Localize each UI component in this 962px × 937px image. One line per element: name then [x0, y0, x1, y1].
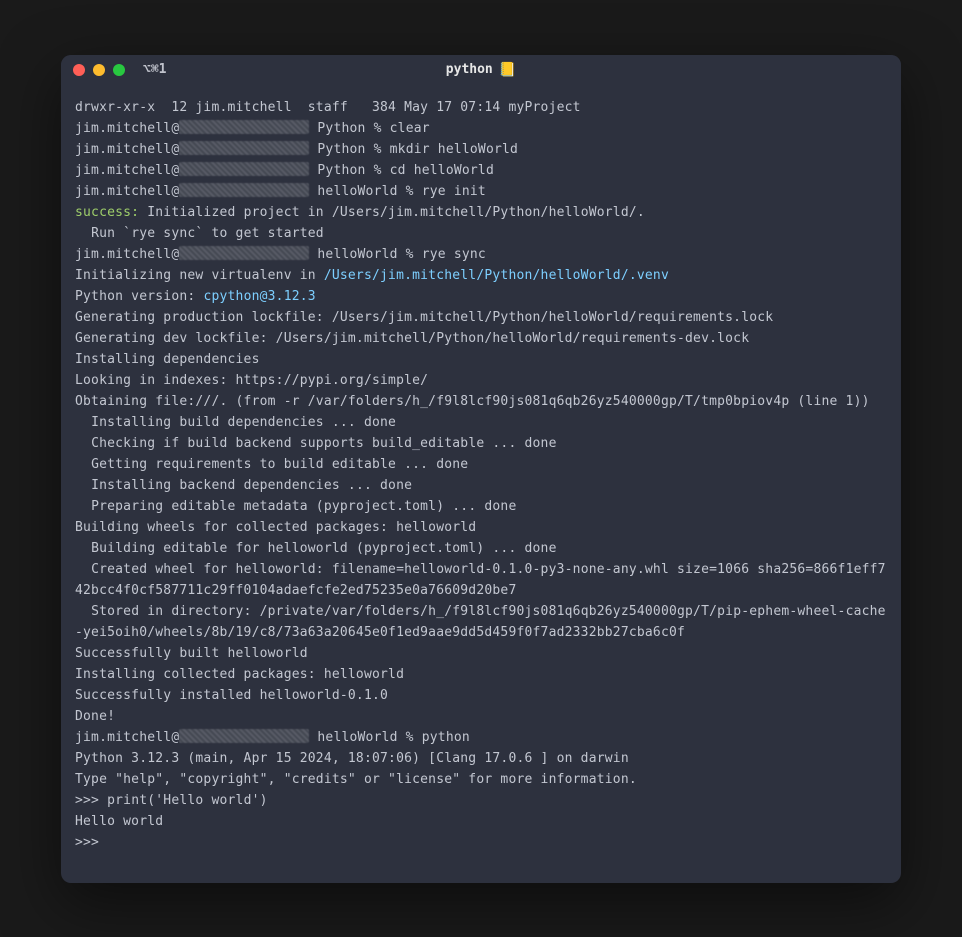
- prompt-line: jim.mitchell@ Python % mkdir helloWorld: [75, 139, 887, 160]
- repl-line: >>>: [75, 832, 887, 853]
- censored-host: [179, 246, 309, 260]
- python-version: cpython@3.12.3: [203, 289, 315, 304]
- titlebar: ⌥⌘1 python 📒: [61, 55, 901, 85]
- output-line: Obtaining file:///. (from -r /var/folder…: [75, 391, 887, 412]
- output-line: Installing dependencies: [75, 349, 887, 370]
- output-line: Initializing new virtualenv in /Users/ji…: [75, 265, 887, 286]
- output-line: Python version: cpython@3.12.3: [75, 286, 887, 307]
- output-line: Looking in indexes: https://pypi.org/sim…: [75, 370, 887, 391]
- output-line: Created wheel for helloworld: filename=h…: [75, 559, 887, 601]
- terminal-body[interactable]: drwxr-xr-x 12 jim.mitchell staff 384 May…: [61, 85, 901, 883]
- prompt-line: jim.mitchell@ Python % cd helloWorld: [75, 160, 887, 181]
- output-line: Successfully installed helloworld-0.1.0: [75, 685, 887, 706]
- terminal-window: ⌥⌘1 python 📒 drwxr-xr-x 12 jim.mitchell …: [61, 55, 901, 883]
- output-line: Type "help", "copyright", "credits" or "…: [75, 769, 887, 790]
- prompt-line: jim.mitchell@ helloWorld % rye sync: [75, 244, 887, 265]
- censored-host: [179, 729, 309, 743]
- output-line: drwxr-xr-x 12 jim.mitchell staff 384 May…: [75, 97, 887, 118]
- output-line: Hello world: [75, 811, 887, 832]
- output-line: Done!: [75, 706, 887, 727]
- output-line: Successfully built helloworld: [75, 643, 887, 664]
- success-label: success:: [75, 205, 139, 220]
- prompt-line: jim.mitchell@ Python % clear: [75, 118, 887, 139]
- traffic-lights: [73, 64, 125, 76]
- output-line: Getting requirements to build editable .…: [75, 454, 887, 475]
- output-line: Python 3.12.3 (main, Apr 15 2024, 18:07:…: [75, 748, 887, 769]
- maximize-button[interactable]: [113, 64, 125, 76]
- output-line: Installing build dependencies ... done: [75, 412, 887, 433]
- output-line: Generating dev lockfile: /Users/jim.mitc…: [75, 328, 887, 349]
- censored-host: [179, 120, 309, 134]
- repl-line: >>> print('Hello world'): [75, 790, 887, 811]
- minimize-button[interactable]: [93, 64, 105, 76]
- window-title-text: python: [446, 62, 493, 77]
- output-line: Building wheels for collected packages: …: [75, 517, 887, 538]
- censored-host: [179, 183, 309, 197]
- output-line: Installing collected packages: helloworl…: [75, 664, 887, 685]
- tab-shortcut-label: ⌥⌘1: [143, 62, 166, 77]
- output-line: success: Initialized project in /Users/j…: [75, 202, 887, 223]
- output-line: Generating production lockfile: /Users/j…: [75, 307, 887, 328]
- censored-host: [179, 162, 309, 176]
- output-line: Installing backend dependencies ... done: [75, 475, 887, 496]
- close-button[interactable]: [73, 64, 85, 76]
- censored-host: [179, 141, 309, 155]
- title-emoji-icon: 📒: [499, 62, 516, 78]
- window-title: python 📒: [446, 62, 516, 78]
- output-line: Building editable for helloworld (pyproj…: [75, 538, 887, 559]
- prompt-line: jim.mitchell@ helloWorld % python: [75, 727, 887, 748]
- output-line: Checking if build backend supports build…: [75, 433, 887, 454]
- venv-path: /Users/jim.mitchell/Python/helloWorld/.v…: [324, 268, 669, 283]
- output-line: Run `rye sync` to get started: [75, 223, 887, 244]
- output-line: Preparing editable metadata (pyproject.t…: [75, 496, 887, 517]
- prompt-line: jim.mitchell@ helloWorld % rye init: [75, 181, 887, 202]
- output-line: Stored in directory: /private/var/folder…: [75, 601, 887, 643]
